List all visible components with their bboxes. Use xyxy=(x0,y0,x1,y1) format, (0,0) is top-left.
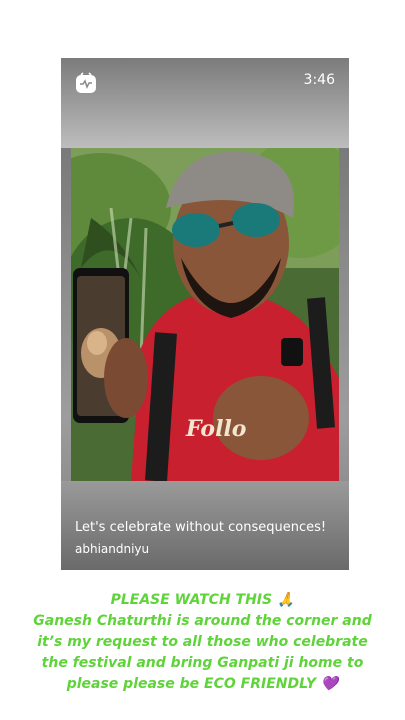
shared-post-card[interactable]: 3:46 Follo Let's celebrate without conse… xyxy=(61,58,349,570)
story-page: 3:46 Follo Let's celebrate without conse… xyxy=(0,0,405,720)
message-line-3: it’s my request to all those who celebra… xyxy=(37,634,368,650)
message-line-5: please please be ECO FRIENDLY 💜 xyxy=(66,676,339,692)
message-line-2: Ganesh Chaturthi is around the corner an… xyxy=(33,613,372,629)
shirt-text: Follo xyxy=(186,416,247,442)
message-line-1: PLEASE WATCH THIS 🙏 xyxy=(110,592,295,608)
post-caption: Let's celebrate without consequences! xyxy=(75,520,327,535)
story-message: PLEASE WATCH THIS 🙏 Ganesh Chaturthi is … xyxy=(10,590,395,695)
message-line-4: the festival and bring Ganpati ji home t… xyxy=(41,655,364,671)
video-timestamp: 3:46 xyxy=(303,72,335,88)
app-logo-icon xyxy=(76,72,96,93)
video-thumbnail[interactable]: Follo xyxy=(71,148,339,481)
post-username[interactable]: abhiandniyu xyxy=(75,542,149,556)
